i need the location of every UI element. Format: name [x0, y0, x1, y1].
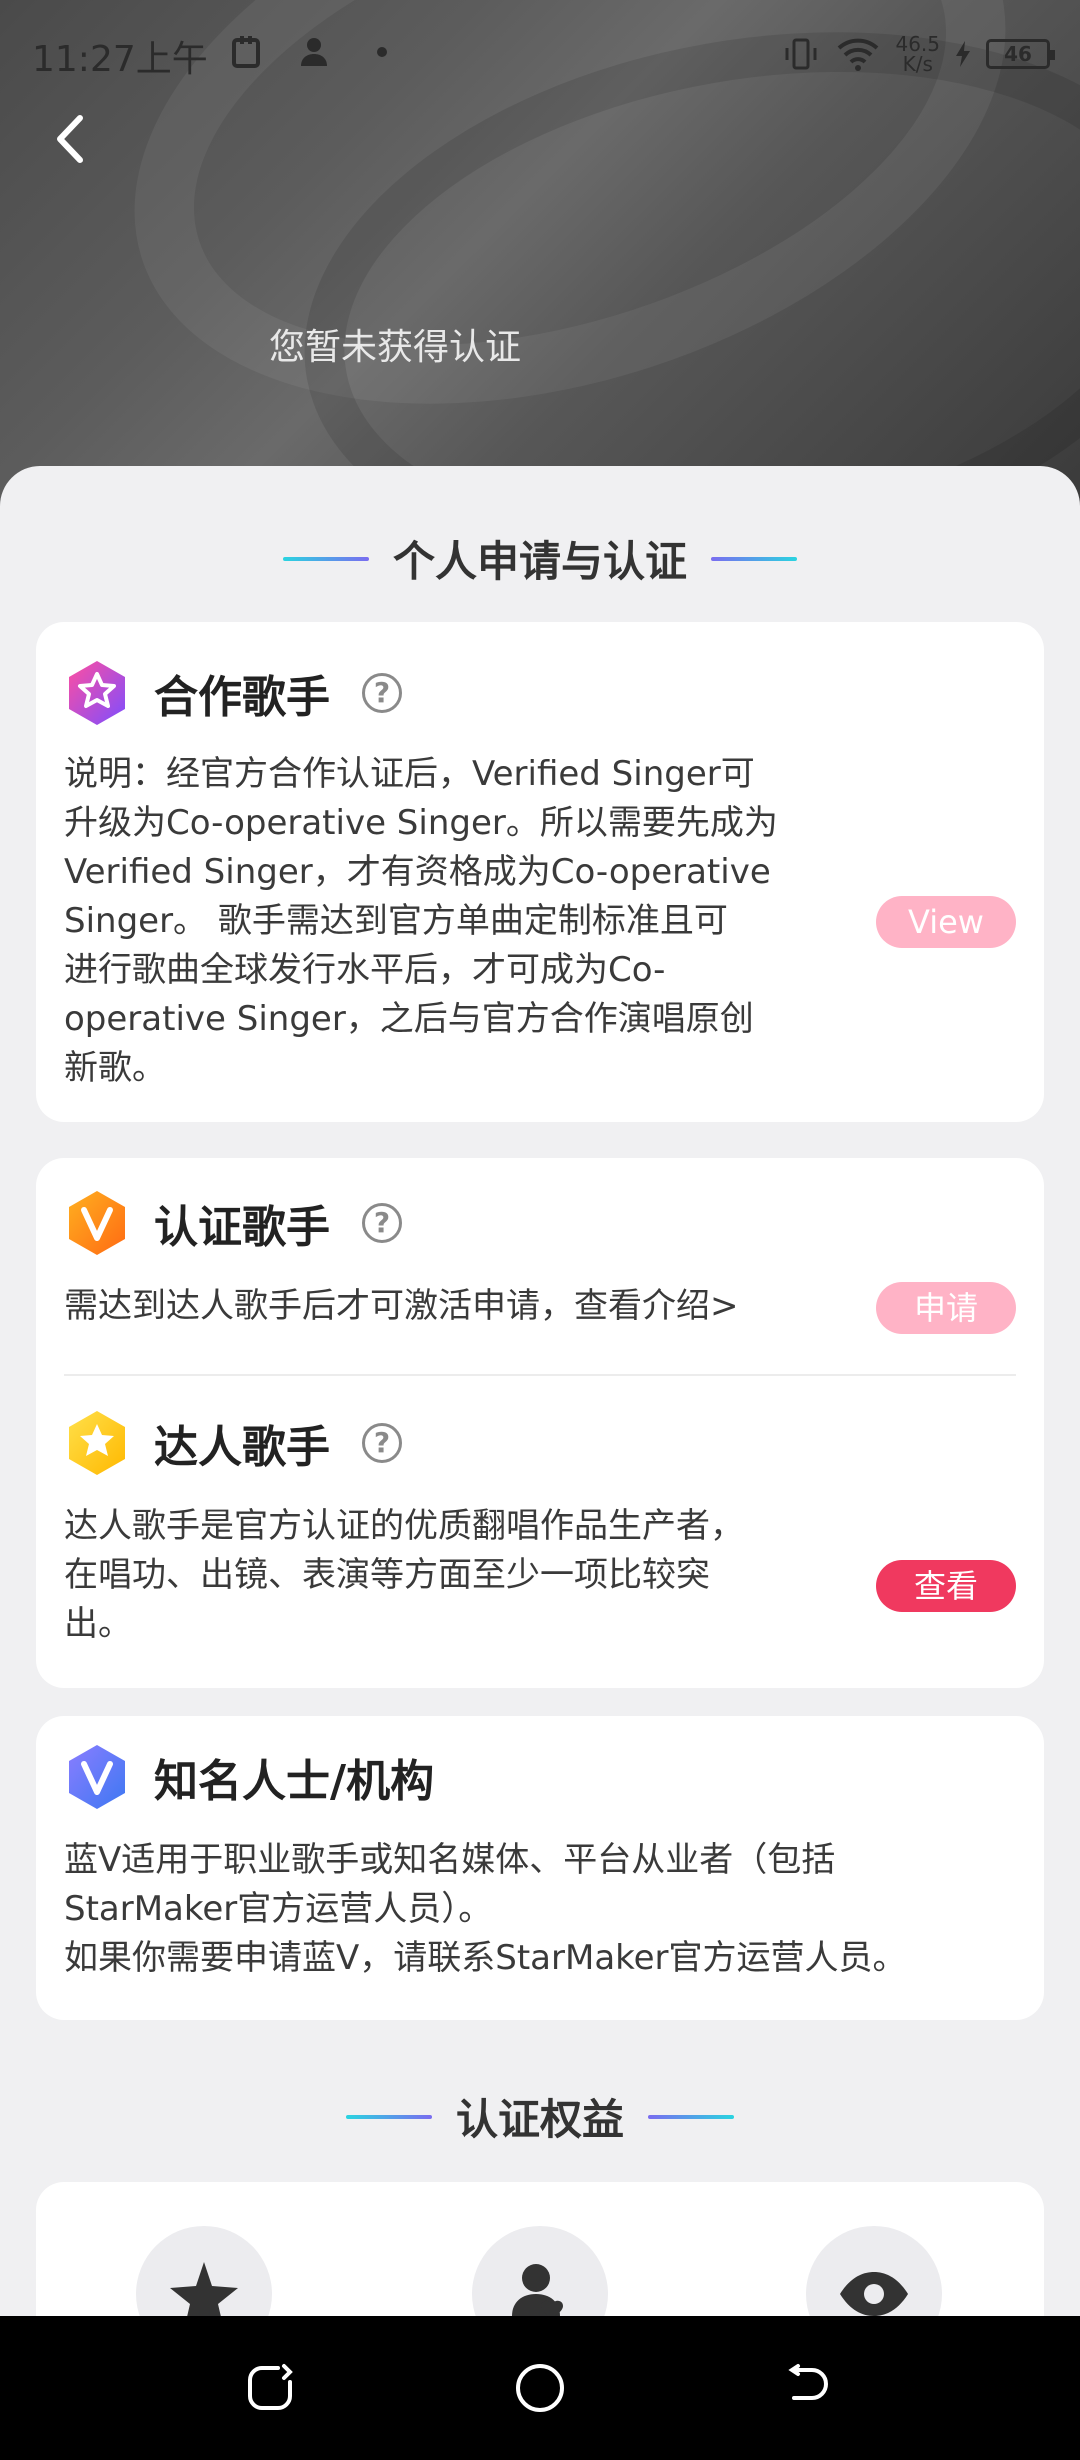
wifi-icon: [838, 38, 879, 71]
cooperative-singer-title: 合作歌手: [154, 672, 330, 723]
talent-singer-description: 达人歌手是官方认证的优质翻唱作品生产者， 在唱功、出镜、表演等方面至少一项比较突…: [64, 1506, 744, 1644]
divider: [64, 1374, 1016, 1376]
section-title-apply: 个人申请与认证: [0, 528, 1080, 589]
home-button[interactable]: [508, 2356, 572, 2420]
cooperative-singer-help-icon[interactable]: ?: [362, 673, 402, 713]
blue-v-badge-icon: [69, 1745, 125, 1809]
celebrity-description: 蓝V适用于职业歌手或知名媒体、平台从业者（包括 StarMaker官方运营人员）…: [64, 1840, 907, 1978]
cooperative-view-button[interactable]: View: [876, 896, 1016, 948]
verified-singer-description[interactable]: 需达到达人歌手后才可激活申请，查看介绍>: [64, 1282, 739, 1331]
celebrity-title: 知名人士/机构: [154, 1756, 435, 1807]
cooperative-singer-description: 说明：经官方合作认证后，Verified Singer可 升级为Co-opera…: [64, 754, 778, 1088]
talent-view-button[interactable]: 查看: [876, 1560, 1016, 1612]
charging-bolt-icon: [956, 41, 970, 67]
section-title-benefits: 认证权益: [0, 2086, 1080, 2147]
back-button[interactable]: [40, 104, 100, 174]
cooperative-singer-badge-icon: [69, 661, 125, 725]
celebrity-card: 知名人士/机构 蓝V适用于职业歌手或知名媒体、平台从业者（包括 StarMake…: [36, 1716, 1044, 2020]
vibrate-icon: [785, 38, 817, 70]
talent-singer-badge-icon: [69, 1411, 125, 1475]
section-title-apply-text: 个人申请与认证: [392, 537, 687, 586]
system-navigation-bar: [0, 2316, 1080, 2460]
person-icon: [301, 38, 327, 66]
not-certified-message: 您暂未获得认证: [268, 327, 521, 368]
recents-button[interactable]: [238, 2356, 302, 2420]
section-title-benefits-text: 认证权益: [455, 2095, 624, 2144]
status-time: 11:27上午: [32, 39, 208, 80]
dot-icon: [377, 47, 387, 57]
notification-app-icon: [232, 36, 260, 68]
verified-singer-badge-icon: [69, 1191, 125, 1255]
singer-levels-card: 认证歌手 ? 需达到达人歌手后才可激活申请，查看介绍> 申请 达人歌手 ? 达人…: [36, 1158, 1044, 1688]
network-speed: 46.5 K/s: [895, 32, 940, 76]
verified-apply-button[interactable]: 申请: [876, 1282, 1016, 1334]
verified-singer-title: 认证歌手: [154, 1202, 330, 1253]
content-sheet: 个人申请与认证 合作歌手 ? 说明：经官方合作认证后，Verified Sing…: [0, 466, 1080, 2382]
battery-indicator: 46: [986, 39, 1055, 69]
back-nav-button[interactable]: [776, 2356, 840, 2420]
talent-singer-title: 达人歌手: [154, 1422, 330, 1473]
cooperative-singer-card: 合作歌手 ? 说明：经官方合作认证后，Verified Singer可 升级为C…: [36, 622, 1044, 1122]
status-bar: 11:27上午 46.5 K/s 46: [0, 0, 1080, 110]
verified-singer-help-icon[interactable]: ?: [362, 1203, 402, 1243]
talent-singer-help-icon[interactable]: ?: [362, 1423, 402, 1463]
